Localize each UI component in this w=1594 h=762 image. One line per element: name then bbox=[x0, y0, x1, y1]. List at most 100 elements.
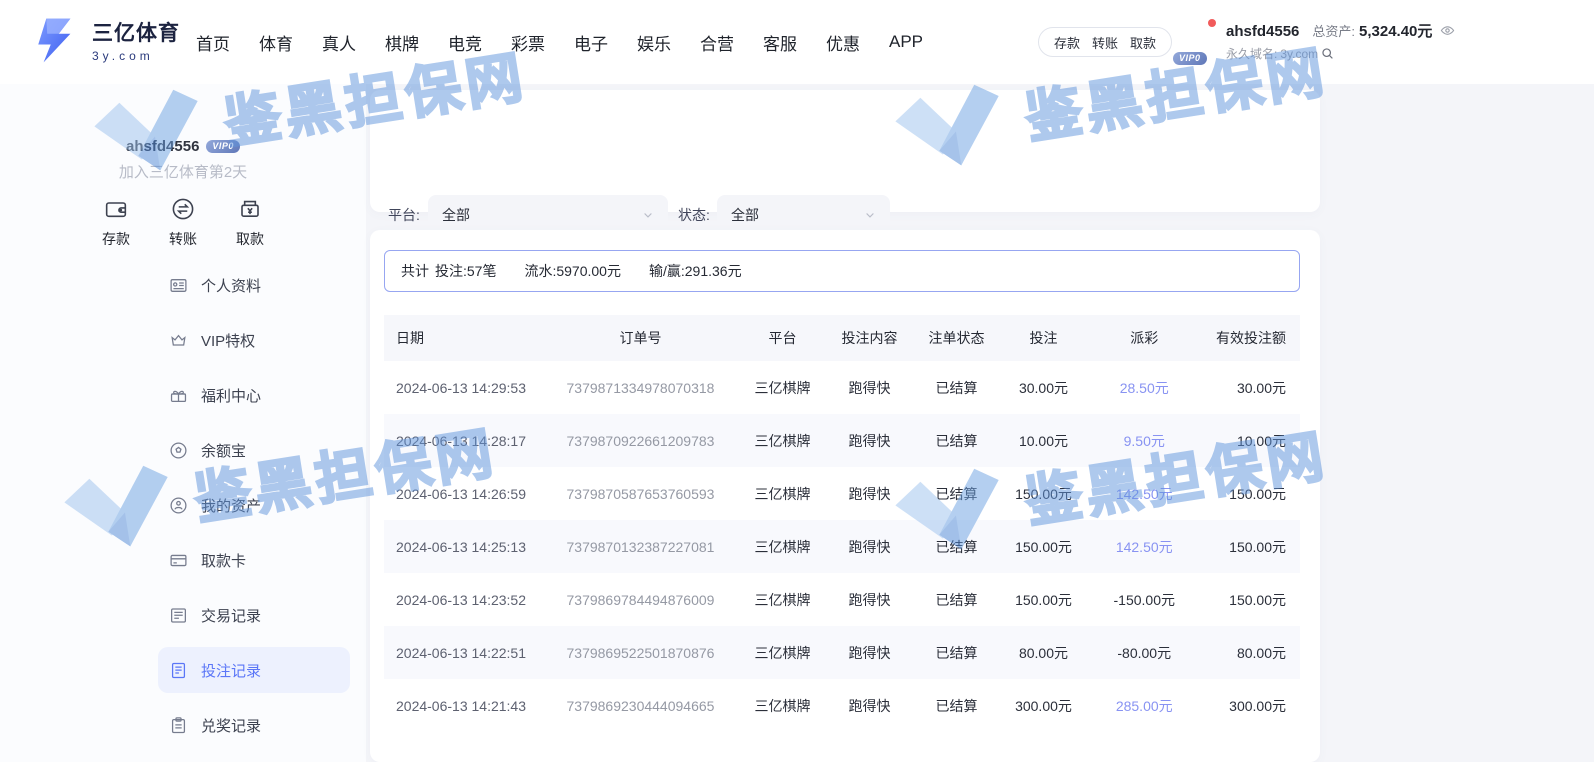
cell-payout: 142.50元 bbox=[1089, 467, 1199, 520]
quick-action-label: 取款 bbox=[236, 229, 264, 249]
nav-item-7[interactable]: 娱乐 bbox=[637, 30, 671, 55]
cell-date: 2024-06-13 14:22:51 bbox=[384, 626, 540, 679]
nav-item-1[interactable]: 体育 bbox=[259, 30, 293, 55]
platform-select[interactable]: 全部 bbox=[428, 195, 668, 235]
cell-order: 7379869230444094665 bbox=[540, 679, 742, 732]
crown-icon bbox=[169, 331, 188, 350]
cell-payout: 285.00元 bbox=[1089, 679, 1199, 732]
profile-avatar[interactable] bbox=[205, 70, 285, 150]
cell-bet: 150.00元 bbox=[998, 573, 1090, 626]
platform-select-value: 全部 bbox=[442, 205, 470, 225]
user-info[interactable]: VIP0 ahsfd4556 总资产: 5,324.40元 永久域名: 3y.c… bbox=[1178, 20, 1455, 62]
id-card-icon bbox=[169, 276, 188, 295]
cell-valid: 150.00元 bbox=[1199, 520, 1300, 573]
assets-value: 5,324.40元 bbox=[1359, 20, 1432, 41]
cell-platform: 三亿棋牌 bbox=[741, 573, 823, 626]
assets-label: 总资产: bbox=[1312, 21, 1355, 40]
coin-icon bbox=[169, 441, 188, 460]
cell-content: 跑得快 bbox=[824, 573, 916, 626]
sidebar-item-label: 余额宝 bbox=[201, 440, 246, 461]
nav-item-6[interactable]: 电子 bbox=[574, 30, 608, 55]
sidebar-item-bet-records[interactable]: 投注记录 bbox=[158, 647, 350, 693]
filter-card: 平台: 全部 状态: 全部 日期: 2024-06-13 ~ 2024-06-1… bbox=[370, 90, 1320, 212]
cell-payout: 28.50元 bbox=[1089, 361, 1199, 414]
eye-icon[interactable] bbox=[1440, 23, 1455, 43]
profile-joined-text: 加入三亿体育第2天 bbox=[0, 161, 366, 182]
nav-item-0[interactable]: 首页 bbox=[196, 30, 230, 55]
cell-platform: 三亿棋牌 bbox=[741, 361, 823, 414]
table-row: 2024-06-13 14:29:537379871334978070318三亿… bbox=[384, 361, 1300, 414]
notification-dot bbox=[1208, 19, 1216, 27]
chevron-down-icon bbox=[642, 209, 654, 221]
table-header-row: 日期订单号平台投注内容注单状态投注派彩有效投注额 bbox=[384, 315, 1300, 361]
cell-date: 2024-06-13 14:21:43 bbox=[384, 679, 540, 732]
transactions-icon bbox=[169, 606, 188, 625]
nav-item-3[interactable]: 棋牌 bbox=[385, 30, 419, 55]
site-logo-domain: 3y.com bbox=[92, 49, 180, 63]
cell-status: 已结算 bbox=[915, 467, 997, 520]
wallet-action-transfer[interactable]: 转账 bbox=[1092, 33, 1118, 52]
summary-bar: 共计投注:57笔流水:5970.00元输/赢:291.36元 bbox=[384, 250, 1300, 292]
sidebar-item-yuebao[interactable]: 余额宝 bbox=[158, 427, 350, 473]
cell-bet: 30.00元 bbox=[998, 361, 1090, 414]
cell-bet: 300.00元 bbox=[998, 679, 1090, 732]
table-row: 2024-06-13 14:23:527379869784494876009三亿… bbox=[384, 573, 1300, 626]
wallet-action-withdraw[interactable]: 取款 bbox=[1130, 33, 1156, 52]
sidebar-item-assets[interactable]: 我的资产 bbox=[158, 482, 350, 528]
cell-content: 跑得快 bbox=[824, 626, 916, 679]
sidebar-item-welfare[interactable]: 福利中心 bbox=[158, 372, 350, 418]
user-avatar-wrap: VIP0 bbox=[1178, 20, 1216, 58]
nav-item-11[interactable]: APP bbox=[889, 32, 923, 52]
cell-date: 2024-06-13 14:26:59 bbox=[384, 467, 540, 520]
cell-status: 已结算 bbox=[915, 573, 997, 626]
sidebar-item-withdraw-card[interactable]: 取款卡 bbox=[158, 537, 350, 583]
nav-item-2[interactable]: 真人 bbox=[322, 30, 356, 55]
cell-payout: -80.00元 bbox=[1089, 626, 1199, 679]
nav-item-4[interactable]: 电竞 bbox=[448, 30, 482, 55]
nav-item-9[interactable]: 客服 bbox=[763, 30, 797, 55]
status-select[interactable]: 全部 bbox=[717, 195, 890, 235]
gift-icon bbox=[169, 386, 188, 405]
cell-status: 已结算 bbox=[915, 626, 997, 679]
summary-prefix: 共计 bbox=[401, 261, 429, 281]
quick-action-transfer[interactable]: 转账 bbox=[169, 196, 197, 249]
sidebar-menu: 个人资料 VIP特权福利中心余额宝我的资产取款卡交易记录投注记录兑奖记录 bbox=[158, 262, 350, 757]
sidebar-item-transactions[interactable]: 交易记录 bbox=[158, 592, 350, 638]
cell-platform: 三亿棋牌 bbox=[741, 679, 823, 732]
search-icon[interactable] bbox=[1321, 47, 1334, 63]
cell-status: 已结算 bbox=[915, 520, 997, 573]
sidebar-item-label: 交易记录 bbox=[201, 605, 261, 626]
sidebar-item-vip[interactable]: VIP特权 bbox=[158, 317, 350, 363]
cell-date: 2024-06-13 14:23:52 bbox=[384, 573, 540, 626]
assets-icon bbox=[169, 496, 188, 515]
cell-valid: 80.00元 bbox=[1199, 626, 1300, 679]
cell-order: 7379869784494876009 bbox=[540, 573, 742, 626]
sidebar-quick-actions: 存款转账取款 bbox=[0, 196, 366, 249]
cell-platform: 三亿棋牌 bbox=[741, 520, 823, 573]
nav-item-8[interactable]: 合营 bbox=[700, 30, 734, 55]
quick-action-withdraw[interactable]: 取款 bbox=[236, 196, 264, 249]
deposit-icon bbox=[104, 196, 128, 222]
cell-payout: 9.50元 bbox=[1089, 414, 1199, 467]
wallet-action-deposit[interactable]: 存款 bbox=[1054, 33, 1080, 52]
quick-action-deposit[interactable]: 存款 bbox=[102, 196, 130, 249]
nav-item-5[interactable]: 彩票 bbox=[511, 30, 545, 55]
cell-platform: 三亿棋牌 bbox=[741, 414, 823, 467]
sidebar-item-profile[interactable]: 个人资料 bbox=[158, 262, 350, 308]
site-logo-icon bbox=[32, 15, 82, 65]
username: ahsfd4556 bbox=[1226, 23, 1299, 40]
user-text: ahsfd4556 总资产: 5,324.40元 永久域名: 3y.com bbox=[1226, 20, 1455, 62]
sidebar-item-label: 我的资产 bbox=[201, 495, 261, 516]
column-header-0: 日期 bbox=[384, 315, 540, 361]
bets-icon bbox=[169, 661, 188, 680]
sidebar-item-redeem-records[interactable]: 兑奖记录 bbox=[158, 702, 350, 748]
cell-content: 跑得快 bbox=[824, 414, 916, 467]
cell-order: 7379870922661209783 bbox=[540, 414, 742, 467]
vip-badge: VIP0 bbox=[1173, 52, 1207, 65]
site-logo[interactable]: 三亿体育 3y.com bbox=[32, 15, 180, 65]
column-header-4: 注单状态 bbox=[915, 315, 997, 361]
cell-payout: -150.00元 bbox=[1089, 573, 1199, 626]
cell-platform: 三亿棋牌 bbox=[741, 626, 823, 679]
cell-order: 7379869522501870876 bbox=[540, 626, 742, 679]
nav-item-10[interactable]: 优惠 bbox=[826, 30, 860, 55]
